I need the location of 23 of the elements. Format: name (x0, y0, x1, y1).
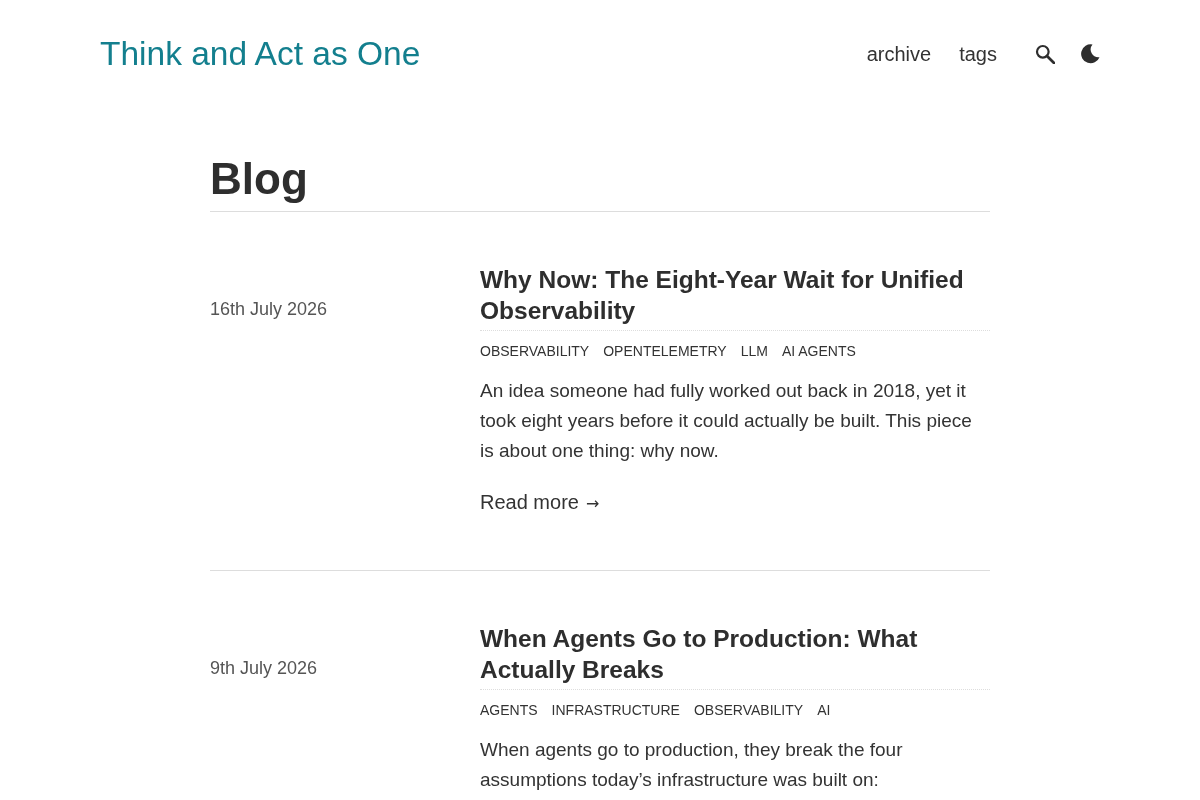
tag-link[interactable]: AGENTS (480, 700, 538, 720)
post-date: 9th July 2026 (210, 657, 318, 680)
post-title-link[interactable]: When Agents Go to Production: What Actually Breaks (480, 623, 990, 685)
tag-link[interactable]: AI (817, 700, 831, 720)
tag-link[interactable]: INFRASTRUCTURE (551, 700, 680, 720)
tag-link[interactable]: OPENTELEMETRY (603, 341, 727, 361)
post-excerpt: When agents go to production, they break the four assumptions today’s infrastructure was built on: (480, 738, 904, 792)
tag-link[interactable]: AI AGENTS (781, 341, 856, 361)
tag-link[interactable]: OBSERVABILITY (693, 700, 804, 720)
tag-link[interactable]: LLM (740, 341, 768, 361)
crescent-moon-icon (1080, 44, 1100, 64)
nav-link[interactable]: tags (959, 42, 997, 66)
search-button[interactable] (1035, 44, 1055, 64)
post-title-link[interactable]: Why Now: The Eight-Year Wait for Unified Observability (480, 264, 990, 326)
theme-toggle-button[interactable] (1080, 44, 1100, 64)
read-more-link[interactable]: Read more → (480, 487, 600, 519)
nav-link[interactable]: archive (866, 42, 932, 66)
tag-link[interactable]: OBSERVABILITY (480, 341, 590, 361)
post-excerpt: An idea someone had fully worked out back in 2018, yet it took eight years before it could actually be built. This piece is about one thing: why now. (480, 379, 973, 463)
post-date: 16th July 2026 (210, 298, 328, 321)
page-title: Blog (210, 152, 990, 212)
site-title[interactable]: Think and Act as One (100, 35, 421, 73)
search-icon (1035, 44, 1055, 64)
